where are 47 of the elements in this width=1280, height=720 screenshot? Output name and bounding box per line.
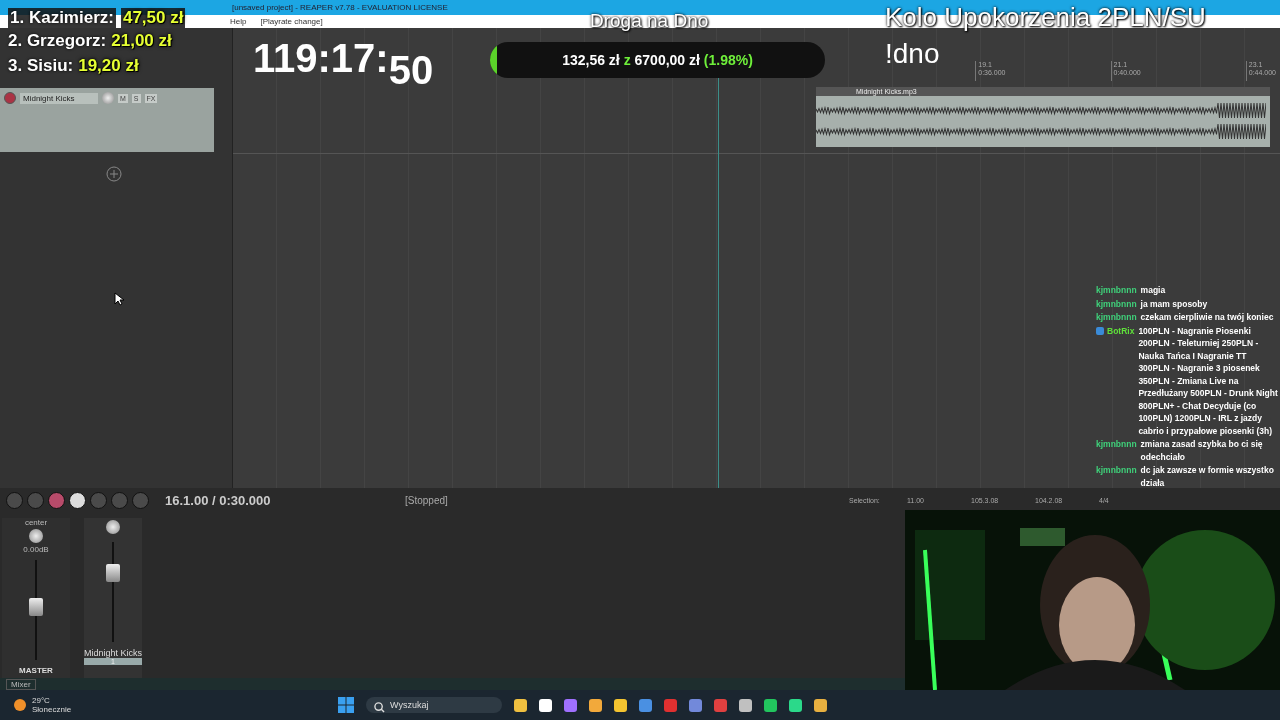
mixer-tab[interactable]: Mixer [6, 678, 36, 690]
goal-text: 132,56 zł z 6700,00 zł (1.98%) [561, 52, 754, 68]
record-arm-icon[interactable] [4, 92, 16, 104]
pan-knob[interactable] [29, 529, 43, 543]
volume-fader[interactable] [106, 564, 120, 582]
countdown-timer: 119:17: [253, 36, 389, 82]
volume-fader[interactable] [29, 598, 43, 616]
chat-message: czekam cierpliwie na twój koniec [1140, 311, 1275, 324]
search-icon [374, 702, 385, 713]
volume-readout: 0.00dB [23, 545, 49, 554]
weather-icon[interactable] [14, 699, 26, 711]
donation-amount: 21,00 zł [111, 30, 172, 52]
weather-text[interactable]: Słonecznie [32, 705, 332, 714]
chat-message: magia [1140, 284, 1167, 297]
master-label: MASTER [19, 666, 53, 675]
window-title: [unsaved project] - REAPER v7.78 - EVALUATION LICENSE [232, 3, 448, 12]
track-name[interactable]: Midnight Kicks [20, 92, 98, 104]
chat-command: !dno [885, 38, 940, 70]
chat-username: kjmnbnnn [1096, 284, 1137, 297]
mouse-cursor-icon [114, 292, 124, 306]
timer-seconds: 50 [388, 48, 434, 93]
channel-name: Midnight Kicks [84, 648, 142, 658]
menu-item[interactable]: [Playrate change] [260, 17, 323, 26]
add-icon[interactable] [106, 166, 122, 182]
chat-username: kjmnbnnn [1096, 438, 1137, 451]
chat-username: BotRix [1107, 324, 1135, 337]
donor-name: 3. Sisiu: [8, 55, 74, 77]
chat-message: dc jak zawsze w formie wszystko działa [1140, 464, 1275, 489]
pan-label: center [24, 518, 48, 527]
play-state: [Stopped] [405, 495, 449, 506]
search-field[interactable]: Wyszukaj [366, 697, 502, 713]
time-display: 16.1.00 / 0:30.000 [165, 493, 272, 508]
donation-amount: 47,50 zł [120, 8, 186, 28]
chat-message: ja mam sposoby [1140, 297, 1209, 310]
chat-username: kjmnbnnn [1096, 311, 1137, 324]
donation-amount: 19,20 zł [78, 55, 139, 77]
menu-item[interactable]: Help [230, 17, 247, 26]
temperature[interactable]: 29°C [32, 696, 332, 705]
pan-knob[interactable] [106, 520, 120, 534]
transport-button[interactable] [69, 492, 86, 509]
chat-username: kjmnbnnn [1096, 297, 1137, 310]
chat-username: kjmnbnnn [1096, 464, 1137, 477]
donor-name: 2. Grzegorz: [8, 30, 107, 52]
donor-name: 1. Kazimierz: [8, 8, 116, 28]
start-icon[interactable] [338, 697, 354, 713]
chat-message: 100PLN - Nagranie Piosenki 200PLN - Teleturniej 250PLN - Nauka Tańca I Nagranie TT 300PLN - Nagranie 3 piosenek 350PLN - Zmiana Live na Przedłużany 500PLN - Drunk Night 800PLN+ - Chat Decyduje (co 100PLN) 1200PLN - IRL z jazdy cabrio i przypałowe piosenki (3h) [1138, 324, 1278, 437]
stream-title: Droga na Dno [590, 10, 709, 32]
